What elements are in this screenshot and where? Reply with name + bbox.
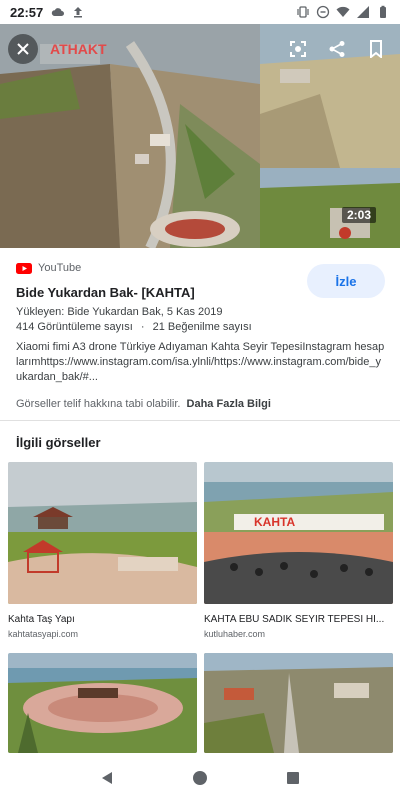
back-icon [101,772,112,784]
close-icon [17,43,29,55]
hero-main-photo: ATHAKT [0,24,260,248]
related-title: KAHTA EBU SADIK SEYİR TEPESİ Hİ... [204,614,385,625]
related-heading: İlgili görseller [16,435,101,450]
section-divider [0,420,400,421]
close-button[interactable] [8,34,38,64]
stats-line: 414 Görüntüleme sayısı · 21 Beğenilme sa… [16,321,252,333]
related-card[interactable] [8,653,197,767]
svg-text:KAHTA: KAHTA [254,515,295,529]
related-source: kutluhaber.com [204,629,266,639]
status-time: 22:57 [10,4,44,20]
stats-separator: · [140,321,145,333]
description: Xiaomi fimi A3 drone Türkiye Adıyaman Ka… [16,341,385,383]
home-icon [192,771,207,785]
watch-button[interactable]: İzle [307,264,385,298]
kahta-sign-text: ATHAKT [50,41,107,57]
upload-icon [74,7,83,18]
lens-icon [290,41,306,57]
hero-image[interactable]: ATHAKT 2:03 [0,24,400,248]
copyright-notice: Görseller telif hakkına tabi olabilir. D… [16,398,271,410]
hero-right-bottom-photo [260,168,400,248]
related-card[interactable]: Kahta Taş Yapı kahtatasyapi.com [8,462,197,639]
recents-icon [287,772,300,784]
minus-circle-icon [316,5,330,19]
related-thumbnail [8,462,197,604]
view-count: 414 Görüntüleme sayısı [16,321,133,333]
wifi-icon [336,6,350,17]
status-right-icons [296,5,390,19]
related-thumbnail: KAHTA [204,462,393,604]
more-info-link[interactable]: Daha Fazla Bilgi [187,398,271,410]
source-name: YouTube [38,262,82,274]
lens-button[interactable] [283,34,313,64]
share-button[interactable] [322,34,352,64]
result-title[interactable]: Bide Yukardan Bak- [KAHTA] [16,285,195,300]
save-button[interactable] [361,34,391,64]
navigation-bar [0,756,400,800]
related-thumbnail [204,653,393,753]
related-card[interactable] [204,653,393,767]
source-row: YouTube [16,262,81,274]
related-title: Kahta Taş Yapı [8,614,75,625]
home-button[interactable] [188,766,212,790]
vibrate-icon [297,6,309,18]
battery-icon [380,5,386,18]
video-duration: 2:03 [342,207,377,223]
related-thumbnail [8,653,197,753]
bookmark-icon [370,40,382,58]
cloud-icon [52,8,65,16]
copyright-text: Görseller telif hakkına tabi olabilir. [16,398,181,410]
related-card[interactable]: KAHTA KAHTA EBU SADIK SEYİR TEPESİ Hİ...… [204,462,393,639]
share-icon [329,41,345,57]
signal-icon [357,6,369,18]
recents-button[interactable] [281,766,305,790]
like-count: 21 Beğenilme sayısı [152,321,252,333]
related-source: kahtatasyapi.com [8,629,79,639]
youtube-logo-icon [16,262,32,274]
back-button[interactable] [95,766,119,790]
status-left-icons [51,5,85,19]
status-bar: 22:57 [0,0,400,24]
uploader-line: Yükleyen: Bide Yukardan Bak, 5 Kas 2019 [16,306,223,318]
